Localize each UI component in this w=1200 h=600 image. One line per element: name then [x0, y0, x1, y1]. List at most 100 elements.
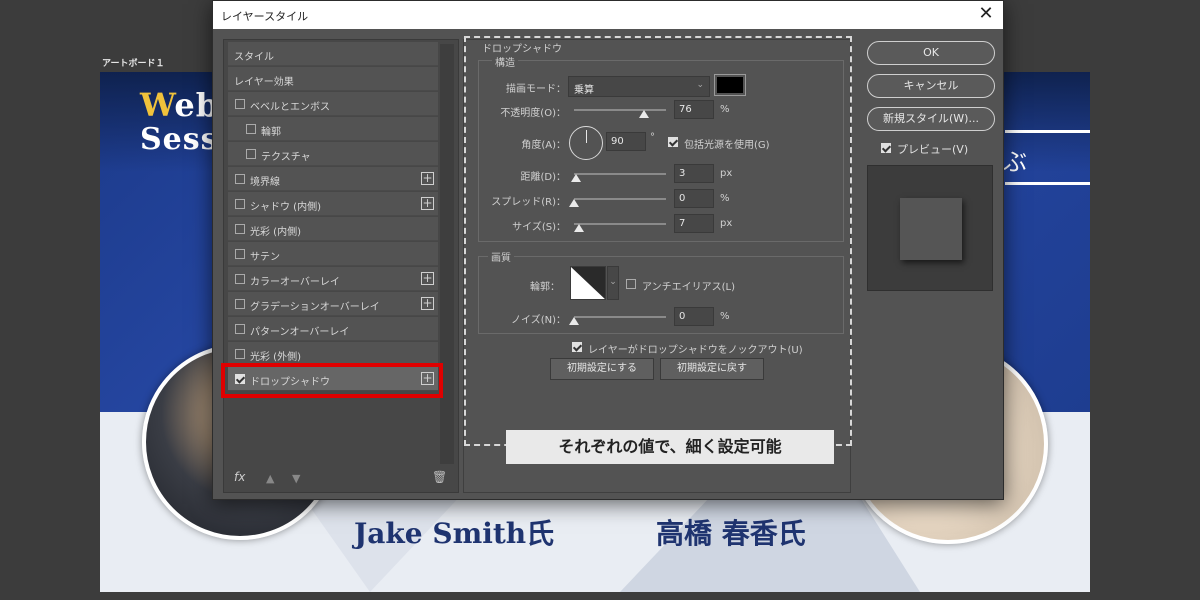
angle-label: 角度(A)： — [521, 140, 566, 151]
list-footer: fx ▲ ▼ 🗑 — [232, 470, 452, 488]
cancel-button[interactable]: キャンセル — [867, 74, 995, 98]
add-icon[interactable]: + — [421, 197, 434, 210]
artboard-label: アートボード１ — [102, 59, 165, 69]
add-icon[interactable]: + — [421, 297, 434, 310]
list-item-label: サテン — [250, 252, 280, 263]
list-item-label: カラーオーバーレイ — [250, 277, 340, 288]
fx-icon[interactable]: fx — [234, 470, 245, 484]
list-item-label: シャドウ (内側) — [250, 202, 321, 213]
list-item-inner-glow[interactable]: 光彩 (内側) — [228, 217, 438, 241]
shadow-color-swatch[interactable] — [714, 74, 746, 96]
angle-unit: ° — [650, 132, 655, 143]
checkbox[interactable] — [235, 224, 245, 234]
antialias-label: アンチエイリアス(L) — [642, 282, 735, 293]
trash-icon[interactable]: 🗑 — [432, 470, 447, 484]
opacity-unit: % — [720, 104, 730, 115]
quality-title: 画質 — [488, 249, 514, 264]
list-scrollbar[interactable] — [440, 44, 454, 464]
distance-unit: px — [720, 168, 733, 179]
checkbox[interactable] — [235, 349, 245, 359]
size-slider[interactable] — [574, 223, 666, 225]
noise-input[interactable]: 0 — [674, 307, 714, 326]
knockout-label: レイヤーがドロップシャドウをノックアウト(U) — [588, 345, 803, 356]
spread-slider[interactable] — [574, 198, 666, 200]
size-unit: px — [720, 218, 733, 229]
add-icon[interactable]: + — [421, 272, 434, 285]
style-list: スタイル レイヤー効果 ベベルとエンボス 輪郭 テクスチャ 境界線 + シャドウ … — [223, 39, 459, 493]
angle-input[interactable]: 90 — [606, 132, 646, 151]
list-item-gradient-overlay[interactable]: グラデーションオーバーレイ + — [228, 292, 438, 316]
knockout-checkbox[interactable] — [572, 342, 582, 352]
new-style-button[interactable]: 新規スタイル(W)... — [867, 107, 995, 131]
list-item-layer-effects[interactable]: レイヤー効果 — [228, 67, 438, 91]
distance-slider-thumb[interactable] — [571, 174, 581, 182]
contour-preview[interactable] — [570, 266, 606, 300]
spread-unit: % — [720, 193, 730, 204]
checkbox[interactable] — [246, 149, 256, 159]
list-item-contour[interactable]: 輪郭 — [228, 117, 438, 141]
add-icon[interactable]: + — [421, 172, 434, 185]
opacity-input[interactable]: 76 — [674, 100, 714, 119]
structure-title: 構造 — [492, 54, 518, 69]
blend-mode-select[interactable]: 乗算 ⌄ — [568, 76, 710, 97]
close-icon[interactable]: ✕ — [969, 1, 1003, 29]
layer-style-dialog: レイヤースタイル ✕ スタイル レイヤー効果 ベベルとエンボス 輪郭 テクスチャ… — [212, 0, 1004, 500]
list-item-pattern-overlay[interactable]: パターンオーバーレイ — [228, 317, 438, 341]
noise-slider[interactable] — [574, 316, 666, 318]
size-input[interactable]: 7 — [674, 214, 714, 233]
blend-mode-value: 乗算 — [574, 85, 594, 96]
spread-slider-thumb[interactable] — [569, 199, 579, 207]
make-default-button[interactable]: 初期設定にする — [550, 358, 654, 380]
list-item-texture[interactable]: テクスチャ — [228, 142, 438, 166]
checkbox[interactable] — [235, 274, 245, 284]
list-item-stroke[interactable]: 境界線 + — [228, 167, 438, 191]
dialog-titlebar[interactable]: レイヤースタイル ✕ — [213, 1, 1003, 29]
opacity-slider-thumb[interactable] — [638, 110, 649, 118]
checkbox[interactable] — [235, 99, 245, 109]
noise-slider-thumb[interactable] — [569, 317, 579, 325]
list-item-label: テクスチャ — [261, 152, 311, 163]
angle-dial[interactable] — [569, 126, 603, 160]
spread-input[interactable]: 0 — [674, 189, 714, 208]
opacity-slider[interactable] — [574, 109, 666, 111]
checkbox[interactable] — [235, 174, 245, 184]
size-slider-thumb[interactable] — [574, 224, 584, 232]
caption-overlay: それぞれの値で、細く設定可能 — [506, 430, 834, 464]
move-up-icon[interactable]: ▲ — [266, 472, 274, 485]
noise-unit: % — [720, 311, 730, 322]
preview-checkbox[interactable] — [881, 143, 891, 153]
chevron-down-icon: ⌄ — [696, 80, 704, 90]
reset-default-button[interactable]: 初期設定に戻す — [660, 358, 764, 380]
drop-shadow-panel: ドロップシャドウ 構造 描画モード： 乗算 ⌄ 不透明度(O)： 76 % 角度(… — [463, 36, 852, 493]
antialias-checkbox[interactable] — [626, 279, 636, 289]
speaker-name-left: Jake Smith氏 — [354, 517, 555, 550]
list-item-bevel-emboss[interactable]: ベベルとエンボス — [228, 92, 438, 116]
checkbox[interactable] — [235, 249, 245, 259]
list-item-color-overlay[interactable]: カラーオーバーレイ + — [228, 267, 438, 291]
checkbox[interactable] — [235, 299, 245, 309]
contour-label: 輪郭： — [530, 282, 560, 293]
opacity-label: 不透明度(O)： — [500, 108, 566, 119]
blend-mode-label: 描画モード： — [506, 84, 566, 95]
checkbox[interactable] — [235, 324, 245, 334]
checkbox[interactable] — [246, 124, 256, 134]
preview-label: プレビュー(V) — [897, 143, 969, 156]
list-item-label: ベベルとエンボス — [250, 102, 330, 113]
size-label: サイズ(S)： — [512, 222, 566, 233]
list-item-inner-shadow[interactable]: シャドウ (内側) + — [228, 192, 438, 216]
ok-button[interactable]: OK — [867, 41, 995, 65]
global-light-checkbox[interactable] — [668, 137, 678, 147]
list-item-styles[interactable]: スタイル — [228, 42, 438, 66]
chevron-down-icon[interactable]: ⌄ — [607, 266, 619, 300]
list-item-label: パターンオーバーレイ — [250, 327, 350, 338]
distance-input[interactable]: 3 — [674, 164, 714, 183]
distance-slider[interactable] — [574, 173, 666, 175]
list-item-label: 光彩 (内側) — [250, 227, 301, 238]
distance-label: 距離(D)： — [520, 172, 566, 183]
list-item-satin[interactable]: サテン — [228, 242, 438, 266]
checkbox[interactable] — [235, 199, 245, 209]
move-down-icon[interactable]: ▼ — [292, 472, 300, 485]
right-title-fragment: ぶ — [1003, 148, 1027, 176]
right-rule — [1005, 182, 1090, 185]
spread-label: スプレッド(R)： — [491, 197, 566, 208]
